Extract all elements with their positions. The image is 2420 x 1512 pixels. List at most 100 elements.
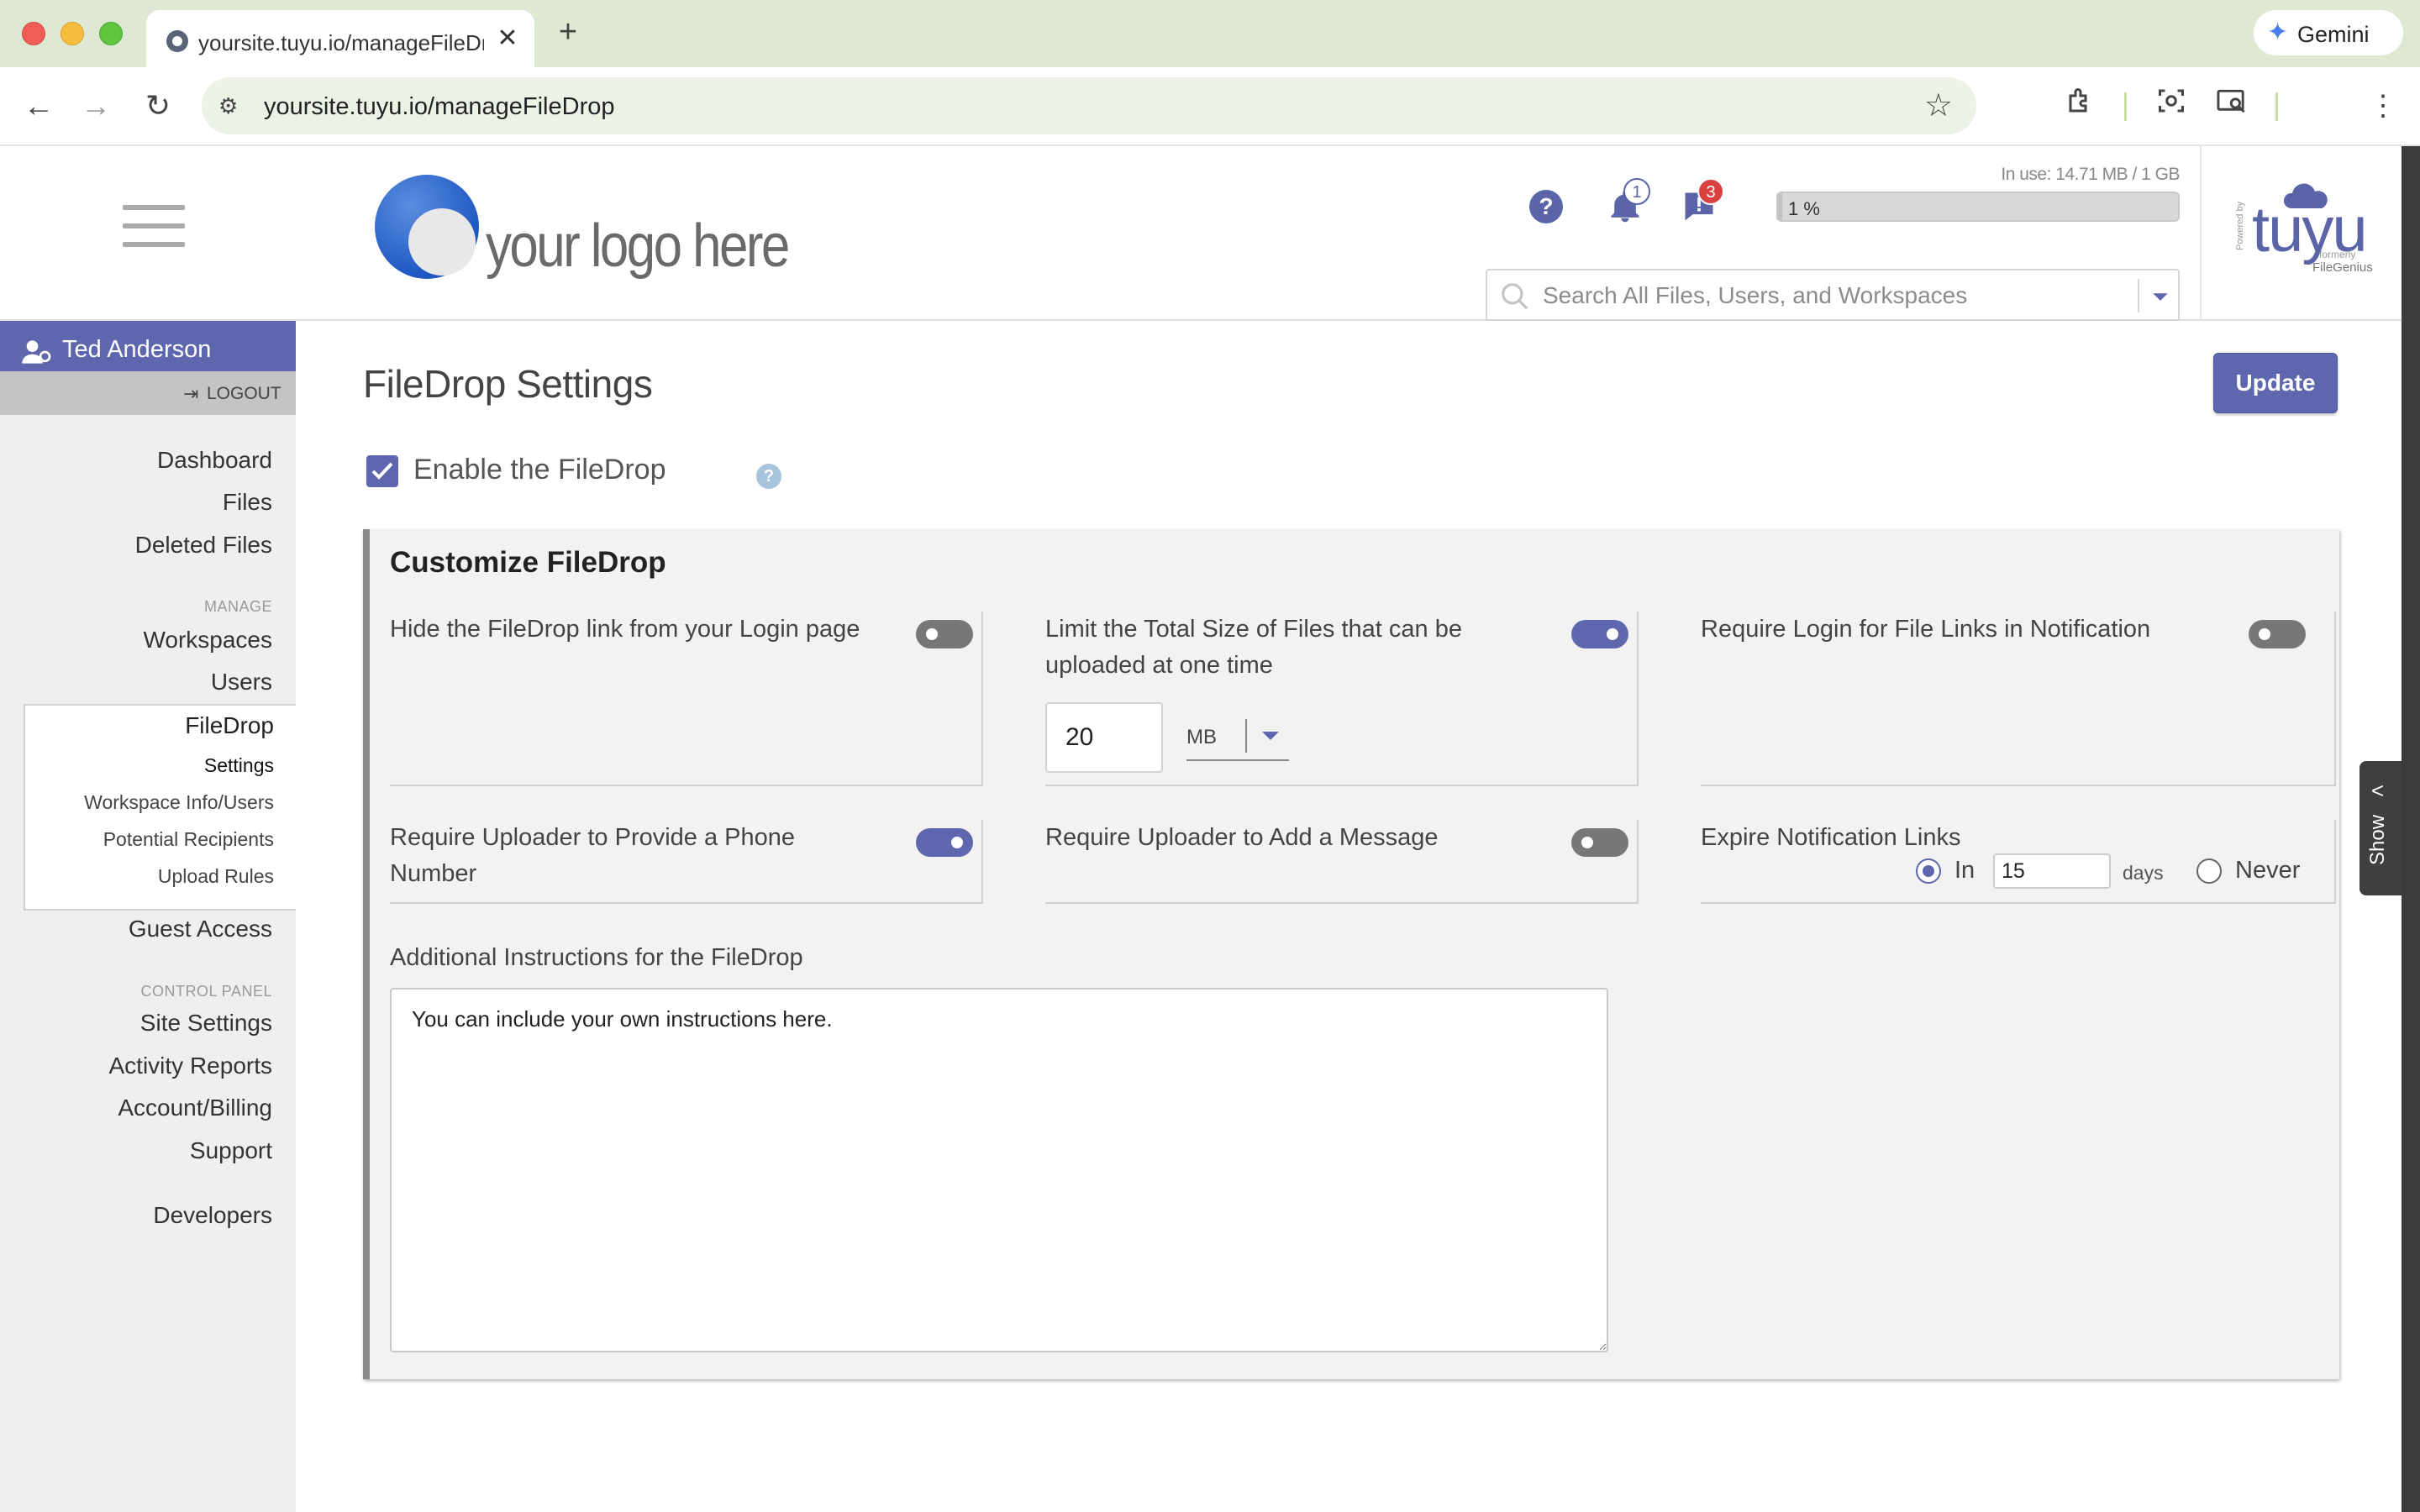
update-button[interactable]: Update	[2213, 353, 2338, 413]
require-phone-toggle[interactable]	[916, 828, 973, 857]
show-panel-label: Show	[2366, 814, 2389, 865]
sidebar-section-manage: MANAGE	[203, 598, 272, 615]
sidebar-item-filedrop[interactable]: FileDrop	[185, 712, 274, 739]
option-require-message-label: Require Uploader to Add a Message	[1045, 824, 1439, 851]
hamburger-menu-icon[interactable]	[123, 205, 185, 247]
bookmark-star-icon[interactable]: ☆	[1924, 89, 1953, 123]
close-window-button[interactable]	[22, 22, 45, 45]
back-arrow-icon[interactable]: ←	[18, 86, 59, 126]
logout-button[interactable]: ⇥ LOGOUT	[0, 371, 296, 415]
logo-circle-inner	[408, 208, 476, 276]
app-header: your logo here ? 1 3 In use: 14.71 MB / …	[0, 146, 2420, 321]
url-text[interactable]: yoursite.tuyu.io/manageFileDrop	[264, 93, 614, 121]
option-require-phone-label: Require Uploader to Provide a Phone Numb…	[390, 824, 796, 887]
search-icon	[1502, 283, 1528, 310]
sidebar-item-workspace-info[interactable]: Workspace Info/Users	[84, 791, 274, 814]
show-panel-tab[interactable]: < Show	[2360, 761, 2402, 895]
toolbar-separator	[2124, 92, 2127, 121]
hide-link-toggle[interactable]	[916, 620, 973, 648]
expire-never-radio[interactable]	[2196, 858, 2222, 884]
minimize-window-button[interactable]	[60, 22, 84, 45]
option-limit-size-label: Limit the Total Size of Files that can b…	[1045, 616, 1462, 679]
browser-tab[interactable]: yoursite.tuyu.io/manageFileDrop ✕	[146, 10, 534, 67]
size-unit-select[interactable]: MB	[1186, 714, 1289, 761]
option-hide-link: Hide the FileDrop link from your Login p…	[390, 612, 983, 786]
tab-search-icon[interactable]	[2212, 86, 2252, 126]
browser-menu-icon[interactable]: ⋮	[2363, 86, 2403, 126]
tab-title: yoursite.tuyu.io/manageFileDrop	[198, 30, 484, 55]
toolbar-separator	[2275, 92, 2278, 121]
expire-days-label: days	[2123, 862, 2164, 884]
sidebar-item-potential-recipients[interactable]: Potential Recipients	[103, 828, 274, 851]
enable-filedrop-label[interactable]: Enable the FileDrop	[413, 454, 666, 486]
right-scroll-gutter	[2402, 146, 2420, 1512]
site-info-icon[interactable]: ⚙	[218, 94, 244, 118]
chevron-left-icon: <	[2371, 778, 2385, 803]
storage-usage-percent: 1 %	[1788, 198, 1820, 219]
gemini-button[interactable]: ✦ Gemini	[2254, 10, 2403, 55]
page-title: FileDrop Settings	[363, 362, 653, 406]
expire-in-radio[interactable]	[1916, 858, 1941, 884]
main-content: FileDrop Settings Update Enable the File…	[296, 321, 2376, 1512]
sidebar-item-activity-reports[interactable]: Activity Reports	[109, 1053, 273, 1079]
instructions-textarea[interactable]: You can include your own instructions he…	[390, 988, 1608, 1352]
option-expire-links-label: Expire Notification Links	[1701, 824, 1961, 851]
search-input[interactable]	[1543, 279, 2097, 312]
sidebar-item-upload-rules[interactable]: Upload Rules	[158, 865, 274, 888]
global-search[interactable]	[1486, 269, 2180, 321]
sidebar-item-site-settings[interactable]: Site Settings	[140, 1010, 272, 1037]
new-tab-button[interactable]: +	[551, 15, 585, 49]
instructions-label: Additional Instructions for the FileDrop	[390, 944, 803, 971]
gemini-label: Gemini	[2297, 22, 2370, 47]
help-icon[interactable]: ?	[1529, 190, 1563, 223]
sidebar-item-account-billing[interactable]: Account/Billing	[118, 1095, 272, 1121]
sidebar-item-users[interactable]: Users	[211, 669, 272, 696]
gemini-sparkle-icon: ✦	[2267, 18, 2289, 46]
enable-filedrop-checkbox[interactable]	[366, 455, 398, 487]
sidebar-item-filedrop-settings[interactable]: Settings	[204, 754, 274, 777]
tuyu-powered-by: Powered by	[2235, 201, 2245, 250]
search-divider	[2138, 279, 2139, 312]
storage-usage-text: In use: 14.71 MB / 1 GB	[2001, 165, 2180, 184]
messages-count-badge: 3	[1697, 178, 1724, 205]
forward-arrow-icon[interactable]: →	[76, 86, 116, 126]
help-info-icon[interactable]: ?	[756, 464, 781, 489]
customize-filedrop-panel: Customize FileDrop Hide the FileDrop lin…	[363, 529, 2339, 1379]
tuyu-former-name: FileGenius	[2312, 260, 2373, 275]
option-require-message: Require Uploader to Add a Message	[1045, 820, 1639, 904]
limit-size-toggle[interactable]	[1571, 620, 1628, 648]
sidebar-item-dashboard[interactable]: Dashboard	[157, 447, 272, 474]
require-message-toggle[interactable]	[1571, 828, 1628, 857]
expire-in-label: In	[1954, 857, 1975, 884]
filedrop-submenu: FileDrop Settings Workspace Info/Users P…	[24, 704, 296, 911]
panel-title: Customize FileDrop	[390, 546, 666, 579]
sidebar-item-files[interactable]: Files	[223, 489, 272, 516]
sidebar: Ted Anderson ⇥ LOGOUT Dashboard Files De…	[0, 321, 296, 1512]
user-name[interactable]: Ted Anderson	[62, 336, 211, 364]
browser-toolbar: ← → ↻ ⚙ yoursite.tuyu.io/manageFileDrop …	[0, 67, 2420, 146]
notifications-count-badge: 1	[1623, 178, 1650, 205]
option-hide-link-label: Hide the FileDrop link from your Login p…	[390, 616, 860, 643]
sidebar-item-support[interactable]: Support	[190, 1137, 272, 1164]
search-dropdown-caret-icon[interactable]	[2148, 284, 2173, 309]
logout-label: LOGOUT	[207, 384, 281, 403]
extensions-icon[interactable]	[2060, 86, 2101, 126]
sidebar-item-workspaces[interactable]: Workspaces	[143, 627, 272, 654]
address-bar[interactable]: ⚙ yoursite.tuyu.io/manageFileDrop ☆	[202, 77, 1976, 134]
site-favicon-icon	[166, 30, 188, 52]
reload-icon[interactable]: ↻	[138, 86, 178, 126]
sidebar-item-guest-access[interactable]: Guest Access	[129, 916, 272, 942]
zoom-window-button[interactable]	[99, 22, 123, 45]
expire-days-input[interactable]	[1993, 853, 2111, 889]
expire-never-label: Never	[2235, 857, 2301, 884]
require-login-toggle[interactable]	[2249, 620, 2306, 648]
sidebar-item-deleted-files[interactable]: Deleted Files	[135, 532, 272, 559]
logout-icon: ⇥	[183, 383, 199, 404]
sidebar-item-developers[interactable]: Developers	[153, 1202, 272, 1229]
screenshot-icon[interactable]	[2151, 86, 2191, 126]
storage-usage-fill	[1778, 193, 1782, 220]
size-limit-input[interactable]	[1045, 702, 1163, 773]
logo-text[interactable]: your logo here	[486, 212, 790, 281]
tab-close-icon[interactable]: ✕	[492, 24, 523, 54]
header-divider	[2200, 146, 2202, 321]
